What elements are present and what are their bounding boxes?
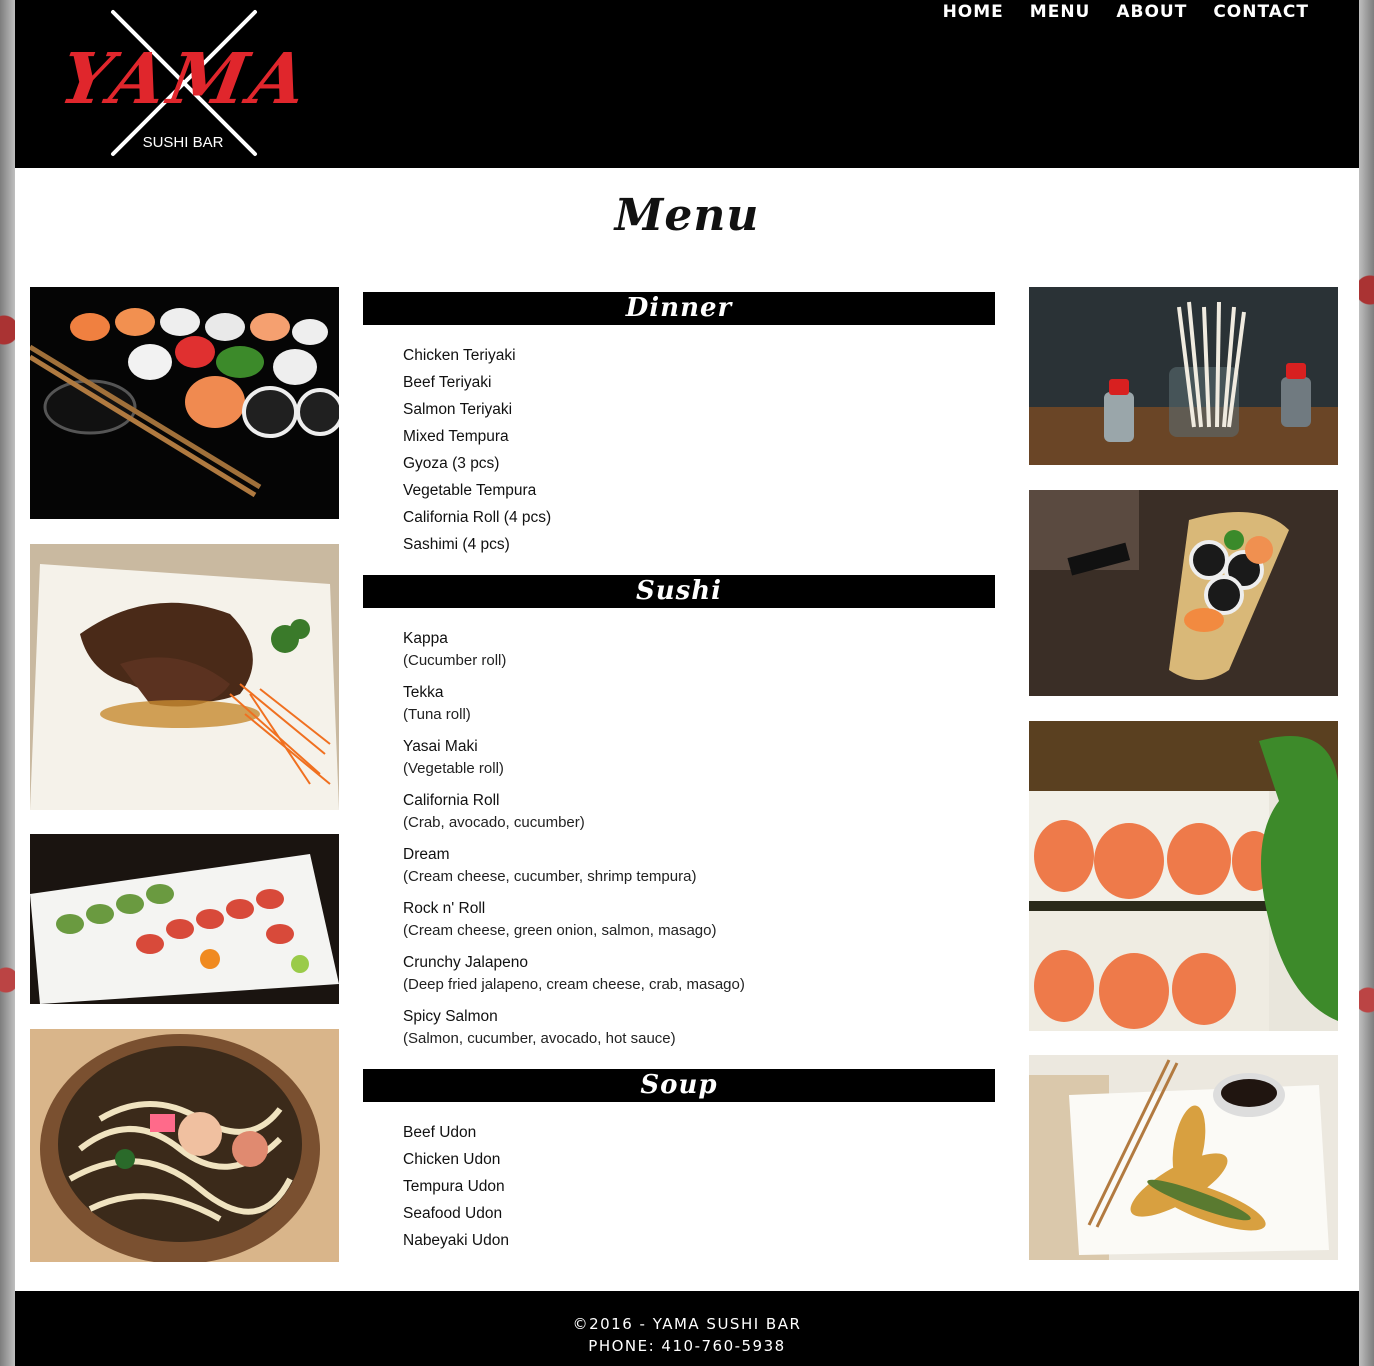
nav-menu[interactable]: MENU	[1030, 0, 1091, 24]
list-item: Sashimi (4 pcs)	[403, 536, 510, 553]
soup-list: Beef Udon Chicken Udon Tempura Udon Seaf…	[363, 1102, 995, 1254]
item-description: (Cucumber roll)	[403, 652, 507, 669]
list-item: Gyoza (3 pcs)	[403, 455, 500, 472]
list-item: California Roll (4 pcs)	[403, 509, 552, 526]
list-item: Beef Teriyaki	[403, 374, 492, 391]
roll-closeup-photo	[1029, 721, 1338, 1031]
svg-text:YAMA: YAMA	[54, 38, 316, 120]
list-item: Seafood Udon	[403, 1205, 503, 1222]
item-description: (Vegetable roll)	[403, 760, 504, 777]
svg-text:SUSHI BAR: SUSHI BAR	[143, 134, 224, 151]
sushi-platter-photo	[30, 287, 339, 519]
list-item: Chicken Teriyaki	[403, 347, 516, 364]
list-item: Rock n' Roll (Cream cheese, green onion, …	[403, 898, 995, 952]
item-name: Yasai Maki	[403, 738, 478, 755]
item-name: Kappa	[403, 630, 448, 647]
dinner-list: Chicken Teriyaki Beef Teriyaki Salmon Te…	[363, 325, 995, 558]
tempura-photo	[1029, 1055, 1338, 1260]
nav-home[interactable]: HOME	[943, 0, 1004, 24]
chopsticks-soy-photo	[1029, 287, 1338, 465]
item-description: (Cream cheese, cucumber, shrimp tempura)	[403, 868, 697, 885]
section-heading-sushi: Sushi	[363, 575, 995, 608]
site-footer: ©2016 - YAMA SUSHI BAR PHONE: 410-760-59…	[15, 1291, 1359, 1366]
site-header: YAMA SUSHI BAR HOME MENU ABOUT CONTACT	[15, 0, 1359, 168]
copyright-text: ©2016 - YAMA SUSHI BAR	[572, 1315, 802, 1333]
list-item: Beef Udon	[403, 1124, 477, 1141]
list-item: Nabeyaki Udon	[403, 1232, 509, 1249]
item-description: (Crab, avocado, cucumber)	[403, 814, 585, 831]
main-nav: HOME MENU ABOUT CONTACT	[943, 0, 1309, 24]
item-description: (Salmon, cucumber, avocado, hot sauce)	[403, 1030, 676, 1047]
item-description: (Deep fried jalapeno, cream cheese, crab…	[403, 976, 745, 993]
page-title: Menu	[614, 190, 760, 241]
nav-contact[interactable]: CONTACT	[1213, 0, 1309, 24]
section-heading-dinner: Dinner	[363, 292, 995, 325]
list-item: Tempura Udon	[403, 1178, 505, 1195]
menu-list: Dinner Chicken Teriyaki Beef Teriyaki Sa…	[363, 292, 995, 1254]
item-name: Rock n' Roll	[403, 900, 486, 917]
list-item: Dream (Cream cheese, cucumber, shrimp tem…	[403, 844, 995, 898]
udon-bowl-photo	[30, 1029, 339, 1262]
yama-logo[interactable]: YAMA SUSHI BAR	[45, 8, 320, 160]
sushi-rolls-plate-photo	[30, 834, 339, 1004]
beef-teriyaki-photo	[30, 544, 339, 810]
item-name: California Roll	[403, 792, 500, 809]
section-heading-soup: Soup	[363, 1069, 995, 1102]
item-description: (Cream cheese, green onion, salmon, masa…	[403, 922, 717, 939]
page: YAMA SUSHI BAR HOME MENU ABOUT CONTACT M…	[15, 0, 1359, 1366]
list-item: Tekka (Tuna roll)	[403, 682, 995, 736]
nav-about[interactable]: ABOUT	[1116, 0, 1187, 24]
item-name: Tekka	[403, 684, 444, 701]
sushi-list: Kappa (Cucumber roll) Tekka (Tuna roll) Ya…	[363, 608, 995, 1060]
sushi-boat-photo	[1029, 490, 1338, 696]
list-item: Spicy Salmon (Salmon, cucumber, avocado, …	[403, 1006, 995, 1060]
item-name: Dream	[403, 846, 450, 863]
list-item: Yasai Maki (Vegetable roll)	[403, 736, 995, 790]
item-description: (Tuna roll)	[403, 706, 471, 723]
item-name: Spicy Salmon	[403, 1008, 498, 1025]
list-item: Kappa (Cucumber roll)	[403, 628, 995, 682]
list-item: Crunchy Jalapeno (Deep fried jalapeno, cr…	[403, 952, 995, 1006]
list-item: California Roll (Crab, avocado, cucumber)	[403, 790, 995, 844]
list-item: Salmon Teriyaki	[403, 401, 513, 418]
list-item: Vegetable Tempura	[403, 482, 537, 499]
list-item: Chicken Udon	[403, 1151, 501, 1168]
list-item: Mixed Tempura	[403, 428, 509, 445]
item-name: Crunchy Jalapeno	[403, 954, 528, 971]
phone-text[interactable]: PHONE: 410-760-5938	[15, 1335, 1359, 1357]
